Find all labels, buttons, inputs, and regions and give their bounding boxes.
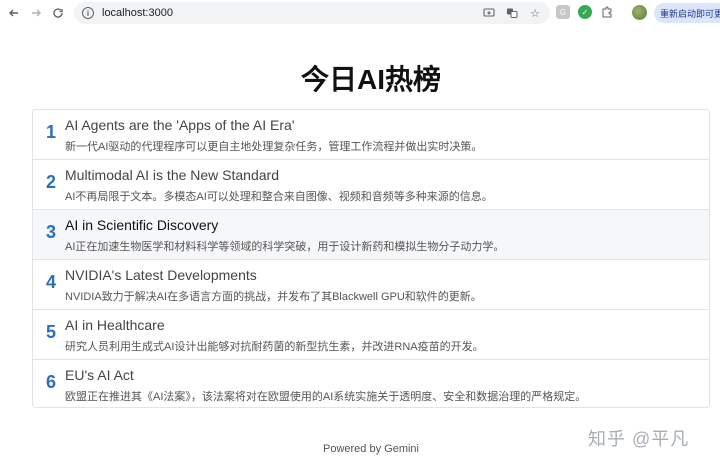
page-title: 今日AI热榜 — [300, 64, 441, 95]
item-title: NVIDIA's Latest Developments — [65, 267, 257, 283]
browser-toolbar: i localhost:3000 ☆ G ✓ 重新启动即可更新 — [0, 0, 720, 26]
item-description: AI正在加速生物医学和材料科学等领域的科学突破，用于设计新药和模拟生物分子动力学… — [65, 241, 505, 253]
extensions-puzzle-icon[interactable] — [600, 5, 614, 19]
rank-number: 2 — [45, 172, 56, 192]
list-item[interactable]: 2 Multimodal AI is the New Standard AI不再… — [33, 160, 709, 210]
item-description: NVIDIA致力于解决AI在多语言方面的挑战，并发布了其Blackwell GP… — [65, 291, 482, 303]
extension-icon[interactable]: G — [556, 5, 570, 19]
list-item[interactable]: 3 AI in Scientific Discovery AI正在加速生物医学和… — [33, 210, 709, 260]
reload-icon — [53, 8, 63, 18]
arrow-left-icon — [9, 9, 18, 17]
site-info-icon[interactable]: i — [82, 7, 94, 19]
item-title: AI Agents are the 'Apps of the AI Era' — [65, 117, 295, 133]
install-app-icon[interactable] — [482, 6, 496, 20]
item-title: Multimodal AI is the New Standard — [65, 167, 279, 183]
reload-button[interactable] — [48, 3, 68, 23]
list-item[interactable]: 4 NVIDIA's Latest Developments NVIDIA致力于… — [33, 260, 709, 310]
rank-number: 5 — [45, 322, 56, 342]
item-description: 新一代AI驱动的代理程序可以更自主地处理复杂任务，管理工作流程并做出实时决策。 — [65, 141, 483, 153]
rank-number: 4 — [45, 272, 56, 292]
address-bar[interactable]: i localhost:3000 ☆ — [74, 2, 550, 24]
footer-text: Powered by Gemini — [323, 443, 419, 455]
url-text: localhost:3000 — [102, 7, 173, 19]
profile-avatar[interactable] — [632, 5, 647, 20]
back-button[interactable] — [4, 3, 24, 23]
item-title: EU's AI Act — [65, 367, 134, 383]
ranking-list: 1 AI Agents are the 'Apps of the AI Era'… — [32, 109, 710, 408]
translate-icon[interactable] — [505, 6, 519, 20]
list-item[interactable]: 6 EU's AI Act 欧盟正在推进其《AI法案》，该法案将对在欧盟使用的A… — [33, 360, 709, 407]
item-title: AI in Healthcare — [65, 317, 165, 333]
arrow-right-icon — [32, 9, 41, 17]
item-description: 研究人员利用生成式AI设计出能够对抗耐药菌的新型抗生素，并改进RNA疫苗的开发。 — [65, 341, 484, 353]
item-description: 欧盟正在推进其《AI法案》，该法案将对在欧盟使用的AI系统实施关于透明度、安全和… — [65, 391, 587, 403]
extension-check-icon[interactable]: ✓ — [578, 5, 592, 19]
rank-number: 3 — [45, 222, 56, 242]
rank-number: 1 — [45, 122, 56, 142]
forward-button[interactable] — [26, 3, 46, 23]
list-item[interactable]: 1 AI Agents are the 'Apps of the AI Era'… — [33, 110, 709, 160]
bookmark-star-icon[interactable]: ☆ — [528, 6, 542, 20]
list-item[interactable]: 5 AI in Healthcare 研究人员利用生成式AI设计出能够对抗耐药菌… — [33, 310, 709, 360]
item-description: AI不再局限于文本。多模态AI可以处理和整合来自图像、视频和音频等多种来源的信息… — [65, 191, 493, 203]
update-chrome-button[interactable]: 重新启动即可更新 — [654, 3, 720, 23]
item-title: AI in Scientific Discovery — [65, 217, 219, 233]
rank-number: 6 — [45, 372, 56, 392]
